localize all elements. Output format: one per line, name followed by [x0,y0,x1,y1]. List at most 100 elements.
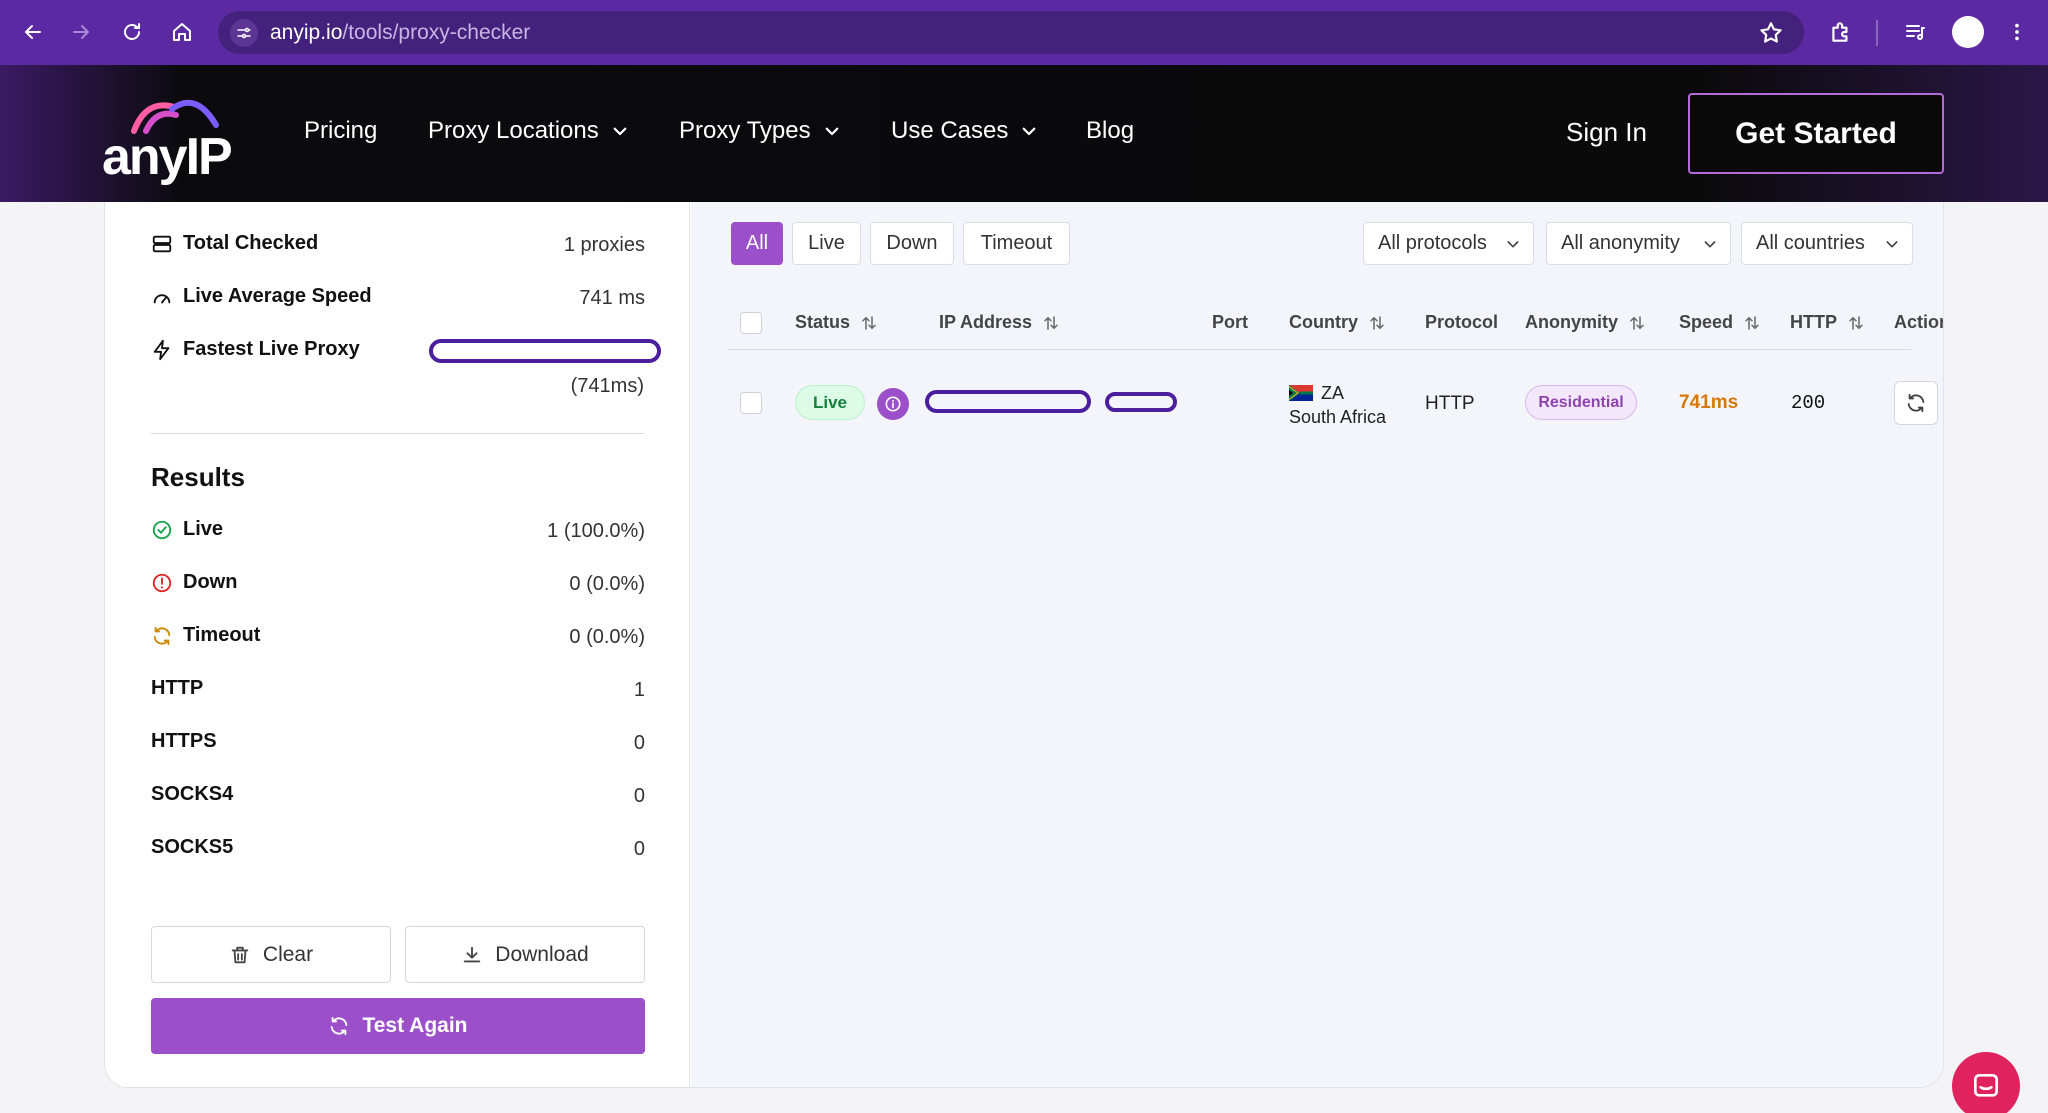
column-header-anonymity[interactable]: Anonymity [1525,312,1646,333]
south-africa-flag-icon [1289,385,1313,401]
site-info-icon[interactable] [230,19,258,47]
column-header-anonymity-label: Anonymity [1525,312,1619,332]
select-all-checkbox[interactable] [740,312,762,334]
media-controls-button[interactable] [1896,13,1934,51]
results-down-row: Down 0 (0.0%) [151,571,645,601]
back-button[interactable] [14,13,52,51]
filter-tab-live[interactable]: Live [792,222,861,265]
nav-use-cases[interactable]: Use Cases [891,117,1038,145]
chat-icon [1974,1074,1998,1097]
ip-address-redacted [925,390,1091,413]
results-timeout-value: 0 (0.0%) [569,626,645,648]
country-code: ZA [1321,383,1345,403]
chevron-down-icon [1886,241,1898,248]
reload-icon [124,23,140,40]
row-checkbox[interactable] [740,392,762,414]
refresh-icon [1907,393,1925,413]
results-live-label-wrap: Live [151,518,223,541]
clear-button[interactable]: Clear [151,926,391,983]
column-header-country[interactable]: Country [1289,312,1386,333]
results-https-row: HTTPS 0 [151,730,645,760]
reload-button[interactable] [113,13,151,51]
live-average-speed-label: Live Average Speed [183,285,372,307]
sign-in-link[interactable]: Sign In [1566,117,1647,148]
countries-select[interactable]: All countries [1741,222,1913,265]
refresh-icon [331,1016,348,1036]
filter-tab-timeout[interactable]: Timeout [963,222,1070,265]
sort-icon [862,315,876,330]
sort-icon [1745,315,1759,330]
live-average-speed-row: Live Average Speed 741 ms [151,285,645,315]
column-header-http[interactable]: HTTP [1790,312,1865,333]
gauge-icon [153,293,171,303]
column-header-protocol-label: Protocol [1425,312,1499,332]
url-path: /tools/proxy-checker [342,21,531,44]
download-icon [464,946,481,962]
chrome-menu-button[interactable] [1998,13,2036,51]
home-button[interactable] [163,13,201,51]
arrow-left-icon [25,25,41,39]
column-header-ip-address[interactable]: IP Address [939,312,1060,333]
protocol-cell: HTTP [1425,393,1475,414]
test-again-button-label: Test Again [362,1014,468,1037]
retest-button[interactable] [1894,381,1938,425]
forward-button[interactable] [62,13,100,51]
anonymity-select[interactable]: All anonymity [1546,222,1731,265]
extensions-button[interactable] [1822,13,1860,51]
sort-icon [1370,315,1384,330]
more-vertical-icon [2015,23,2019,41]
lightning-icon [153,339,170,360]
home-icon [173,23,191,41]
get-started-button[interactable]: Get Started [1688,93,1944,174]
column-header-http-label: HTTP [1790,312,1837,332]
total-checked-row: Total Checked 1 proxies [151,232,645,262]
protocol-select[interactable]: All protocols [1363,222,1534,265]
nav-pricing[interactable]: Pricing [304,117,377,145]
country-cell: ZA South Africa [1289,381,1386,429]
results-socks4-label: SOCKS4 [151,783,234,805]
results-http-row: HTTP 1 [151,677,645,707]
clear-button-label: Clear [262,942,314,966]
results-socks5-value: 0 [633,838,645,860]
profile-avatar[interactable] [1952,16,1984,48]
download-button-label: Download [495,942,589,966]
test-again-button[interactable]: Test Again [151,998,645,1054]
nav-proxy-types-label: Proxy Types [679,117,811,144]
nav-proxy-locations-label: Proxy Locations [428,117,599,144]
results-timeout-label: Timeout [183,624,261,646]
logo-text: anyIP [102,128,233,186]
anonymity-badge: Residential [1525,385,1637,420]
speed-cell: 741ms [1679,392,1739,413]
browser-toolbar: anyip.io/tools/proxy-checker [0,0,2048,65]
info-button[interactable] [877,388,909,420]
results-socks4-row: SOCKS4 0 [151,783,645,813]
summary-divider [151,433,645,434]
column-header-speed-label: Speed [1679,312,1734,332]
column-header-status[interactable]: Status [795,312,878,333]
sort-icon [1044,315,1058,330]
download-button[interactable]: Download [405,926,645,983]
results-http-label: HTTP [151,677,204,699]
nav-proxy-locations[interactable]: Proxy Locations [428,117,629,145]
filter-tab-down[interactable]: Down [870,222,954,265]
chevron-down-icon [1023,127,1036,136]
refresh-icon [153,626,171,645]
results-live-label: Live [183,518,224,540]
anonymity-select-value: All anonymity [1561,232,1680,254]
trash-icon [231,946,249,963]
anyip-logo[interactable]: anyIP [100,91,240,186]
http-status-cell: 200 [1791,392,1826,414]
alert-circle-icon [152,573,172,592]
address-bar[interactable]: anyip.io/tools/proxy-checker [218,11,1804,54]
nav-blog[interactable]: Blog [1086,117,1134,145]
nav-pricing-label: Pricing [304,117,378,144]
star-icon[interactable] [1758,20,1784,46]
check-circle-icon [152,520,172,539]
summary-panel: Total Checked 1 proxies Live Average Spe… [105,202,690,1087]
nav-proxy-types[interactable]: Proxy Types [679,117,841,145]
filter-tab-all[interactable]: All [731,222,783,265]
column-header-speed[interactable]: Speed [1679,312,1761,333]
chat-widget-button[interactable] [1952,1052,2020,1113]
results-timeout-row: Timeout 0 (0.0%) [151,624,645,654]
status-badge: Live [795,385,865,420]
